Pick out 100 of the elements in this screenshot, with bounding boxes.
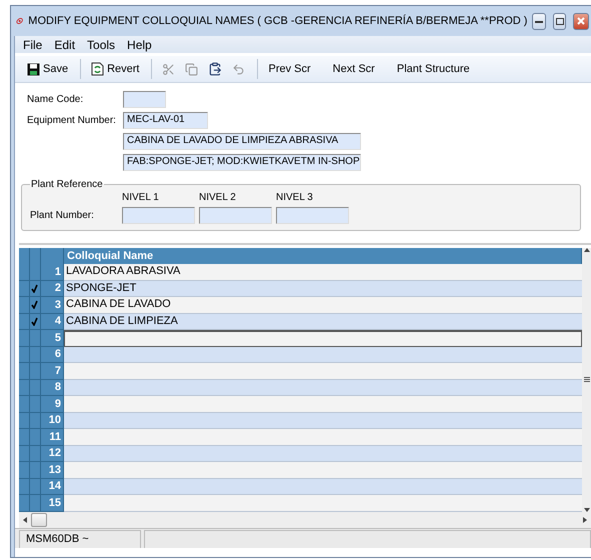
close-icon bbox=[577, 17, 586, 25]
scroll-grip-icon[interactable] bbox=[584, 377, 590, 382]
table-cell[interactable] bbox=[64, 495, 582, 512]
row-number[interactable]: 8 bbox=[41, 380, 64, 396]
menu-item[interactable]: Tools bbox=[81, 38, 122, 52]
row-check-cell[interactable] bbox=[30, 396, 41, 412]
row-check-cell[interactable] bbox=[30, 346, 41, 363]
row-number[interactable]: 1 bbox=[41, 264, 64, 280]
description-field[interactable]: CABINA DE LAVADO DE LIMPIEZA ABRASIVA bbox=[123, 133, 361, 150]
row-number[interactable]: 11 bbox=[41, 429, 64, 446]
table-cell[interactable]: CABINA DE LIMPIEZA bbox=[64, 314, 582, 330]
status-panel: MSM60DB ~ bbox=[19, 530, 141, 548]
toolbar-button[interactable]: Revert bbox=[87, 60, 144, 78]
table-cell[interactable] bbox=[64, 429, 582, 446]
row-number[interactable]: 13 bbox=[41, 462, 64, 478]
row-selector[interactable] bbox=[19, 346, 30, 363]
table-cell[interactable]: CABINA DE LAVADO bbox=[64, 297, 582, 314]
row-selector[interactable] bbox=[19, 462, 30, 478]
menu-item[interactable]: Edit bbox=[48, 38, 82, 52]
row-number[interactable]: 3 bbox=[41, 297, 64, 314]
plant-level-field[interactable] bbox=[199, 207, 272, 224]
toolbar-button[interactable]: Plant Structure bbox=[392, 61, 474, 77]
table-cell[interactable] bbox=[64, 363, 582, 380]
row-number[interactable]: 2 bbox=[41, 280, 64, 297]
row-check-cell[interactable] bbox=[30, 314, 41, 330]
row-check-cell[interactable] bbox=[30, 297, 41, 314]
maximize-button[interactable] bbox=[552, 12, 566, 30]
row-number[interactable]: 15 bbox=[41, 495, 64, 512]
table-cell[interactable] bbox=[64, 380, 582, 396]
vertical-scrollbar[interactable] bbox=[582, 248, 591, 512]
undo-icon bbox=[232, 62, 246, 76]
row-number[interactable]: 7 bbox=[41, 363, 64, 380]
row-selector[interactable] bbox=[19, 429, 30, 446]
table-cell[interactable]: LAVADORA ABRASIVA bbox=[64, 264, 582, 280]
row-check-cell[interactable] bbox=[30, 330, 41, 346]
equipment-number-field[interactable]: MEC-LAV-01 bbox=[123, 112, 208, 129]
row-number[interactable]: 10 bbox=[41, 412, 64, 429]
description-field[interactable]: FAB:SPONGE-JET; MOD:KWIETKAVETM IN-SHOP bbox=[123, 154, 361, 171]
row-check-cell[interactable] bbox=[30, 429, 41, 446]
row-number[interactable]: 9 bbox=[41, 396, 64, 412]
row-selector[interactable] bbox=[19, 363, 30, 380]
level-label: NIVEL 2 bbox=[199, 192, 237, 203]
field-label: Name Code: bbox=[27, 94, 84, 105]
window-title: MODIFY EQUIPMENT COLLOQUIAL NAMES ( GCB -GERENCIA REFINERÍA B/BERMEJA **PROD ) bbox=[28, 15, 528, 27]
menu-item[interactable]: File bbox=[17, 38, 48, 52]
row-check-cell[interactable] bbox=[30, 462, 41, 478]
scroll-left-icon[interactable] bbox=[23, 516, 27, 522]
table-cell[interactable] bbox=[64, 412, 582, 429]
row-selector[interactable] bbox=[19, 446, 30, 462]
row-selector[interactable] bbox=[19, 396, 30, 412]
group-title: Plant Reference bbox=[30, 179, 104, 190]
row-number[interactable]: 6 bbox=[41, 346, 64, 363]
paste-icon bbox=[208, 62, 222, 76]
table-cell[interactable] bbox=[64, 346, 582, 363]
table-cell[interactable] bbox=[64, 396, 582, 412]
copy-icon bbox=[185, 62, 198, 76]
level-label: NIVEL 3 bbox=[276, 192, 314, 203]
row-check-cell[interactable] bbox=[30, 495, 41, 512]
plant-level-field[interactable] bbox=[122, 207, 195, 224]
row-selector[interactable] bbox=[19, 478, 30, 495]
row-number[interactable]: 12 bbox=[41, 446, 64, 462]
maximize-icon bbox=[556, 18, 564, 24]
menu-item[interactable]: Help bbox=[121, 38, 158, 52]
scroll-up-icon[interactable] bbox=[584, 248, 590, 252]
plant-level-field[interactable] bbox=[276, 207, 349, 224]
horizontal-scrollbar[interactable] bbox=[19, 512, 591, 528]
row-number[interactable]: 5 bbox=[41, 330, 64, 346]
row-check-cell[interactable] bbox=[30, 280, 41, 297]
row-number[interactable]: 14 bbox=[41, 478, 64, 495]
toolbar-button[interactable]: Next Scr bbox=[328, 61, 379, 77]
field-label: Plant Number: bbox=[30, 210, 95, 221]
table-cell[interactable] bbox=[64, 478, 582, 495]
name-code-field[interactable] bbox=[123, 91, 166, 108]
row-check-cell[interactable] bbox=[30, 264, 41, 280]
header-corner bbox=[19, 248, 30, 264]
cut-icon bbox=[162, 62, 176, 76]
level-label: NIVEL 1 bbox=[122, 192, 160, 203]
toolbar-button[interactable]: Prev Scr bbox=[264, 61, 315, 77]
column-header[interactable]: Colloquial Name bbox=[64, 248, 582, 264]
row-selector[interactable] bbox=[19, 412, 30, 429]
revert-icon bbox=[91, 62, 104, 76]
row-check-cell[interactable] bbox=[30, 446, 41, 462]
table-cell[interactable] bbox=[64, 330, 582, 346]
row-check-cell[interactable] bbox=[30, 380, 41, 396]
table-cell[interactable]: SPONGE-JET bbox=[64, 280, 582, 297]
row-check-cell[interactable] bbox=[30, 363, 41, 380]
row-check-cell[interactable] bbox=[30, 412, 41, 429]
scroll-right-icon[interactable] bbox=[583, 516, 587, 522]
row-check-cell[interactable] bbox=[30, 478, 41, 495]
minimize-button[interactable] bbox=[532, 12, 546, 30]
row-selector[interactable] bbox=[19, 495, 30, 512]
table-cell[interactable] bbox=[64, 462, 582, 478]
minimize-icon bbox=[535, 20, 544, 22]
close-button[interactable] bbox=[573, 12, 589, 30]
scroll-thumb[interactable] bbox=[31, 512, 47, 526]
table-cell[interactable] bbox=[64, 446, 582, 462]
row-selector[interactable] bbox=[19, 380, 30, 396]
field-label: Equipment Number: bbox=[27, 115, 117, 126]
row-number[interactable]: 4 bbox=[41, 314, 64, 330]
toolbar-button[interactable]: Save bbox=[23, 60, 72, 78]
